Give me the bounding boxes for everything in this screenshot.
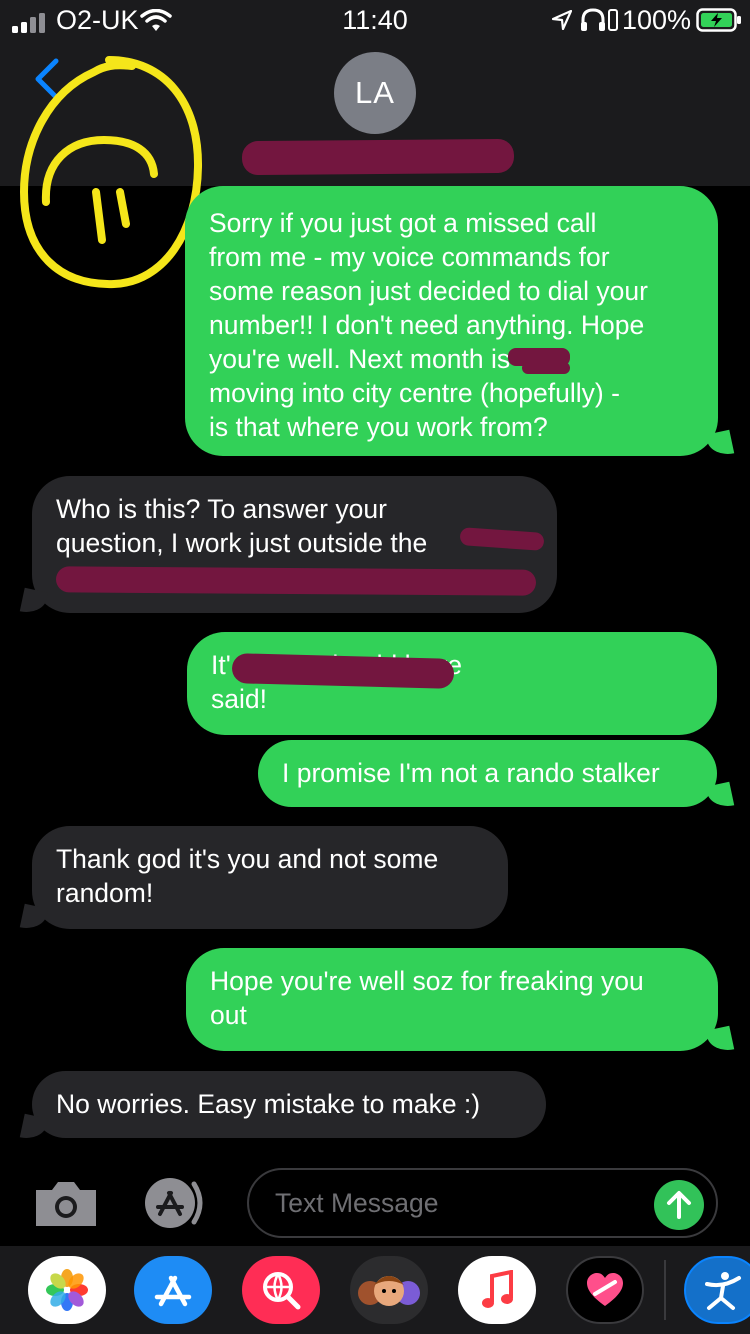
drawer-divider [664, 1260, 666, 1320]
arrow-up-icon [667, 1191, 691, 1219]
message-bubble-sent[interactable]: Hope you're well soz for freaking you ou… [186, 948, 718, 1051]
bubble-tail [19, 903, 49, 933]
redacted-name [522, 362, 570, 374]
headphones-icon [581, 8, 605, 31]
web-search-icon[interactable] [242, 1256, 320, 1324]
camera-icon[interactable] [34, 1178, 98, 1228]
redacted-location [55, 566, 537, 596]
location-arrow-icon [552, 10, 572, 30]
memoji-icon[interactable] [350, 1256, 428, 1324]
fitness-app-icon[interactable] [684, 1256, 750, 1324]
contact-avatar[interactable]: LA [334, 52, 416, 134]
music-icon[interactable] [458, 1256, 536, 1324]
rotation-lock-icon [608, 9, 618, 31]
message-bubble-received[interactable]: Thank god it's you and not some random! [32, 826, 508, 929]
heart-sticker-icon[interactable] [566, 1256, 644, 1324]
app-store-icon[interactable] [134, 1256, 212, 1324]
send-button[interactable] [654, 1180, 704, 1230]
redacted-contact-name [241, 138, 515, 176]
bubble-tail [705, 781, 735, 811]
message-bubble-sent[interactable]: I promise I'm not a rando stalker [258, 740, 717, 807]
redacted-name [231, 653, 455, 689]
battery-charging-icon [696, 8, 741, 32]
message-input[interactable]: Text Message [247, 1168, 718, 1238]
message-input-placeholder: Text Message [275, 1188, 439, 1218]
bubble-tail [705, 1025, 735, 1055]
bubble-tail [19, 587, 49, 617]
message-bubble-sent[interactable]: Sorry if you just got a missed call from… [185, 186, 718, 456]
battery-percentage: 100% [622, 5, 692, 35]
bubble-tail [19, 1113, 49, 1143]
app-store-button-icon[interactable] [140, 1176, 214, 1230]
marker-annotation [19, 56, 203, 289]
bubble-tail [705, 429, 735, 459]
photos-icon[interactable] [28, 1256, 106, 1324]
app-drawer [0, 1246, 750, 1334]
message-bubble-received[interactable]: No worries. Easy mistake to make :) [32, 1071, 546, 1138]
